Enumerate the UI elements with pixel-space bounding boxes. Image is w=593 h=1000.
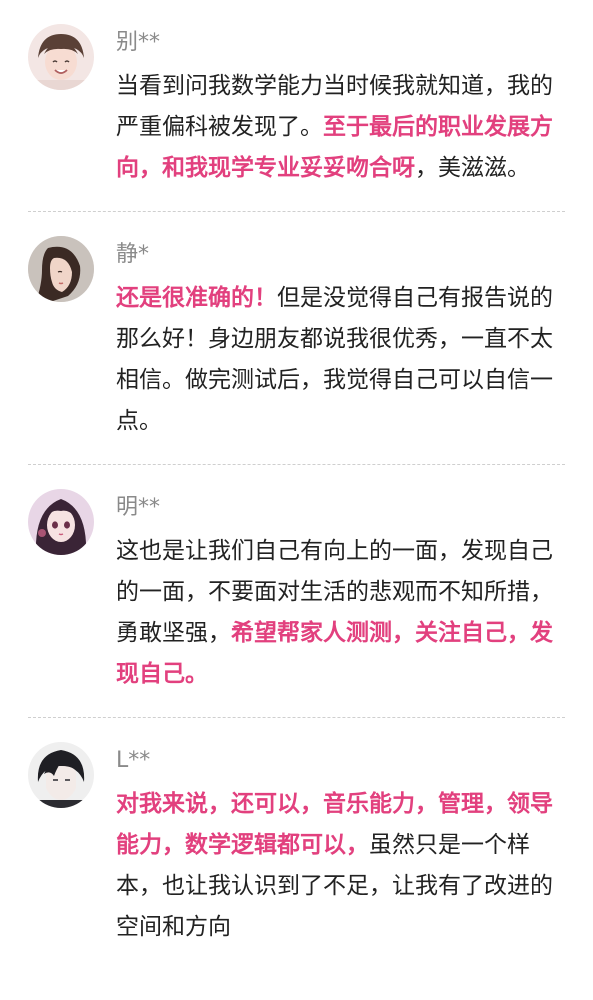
avatar-anime-boy-icon[interactable]: [28, 742, 94, 808]
comment-item: 明** 这也是让我们自己有向上的一面，发现自己的一面，不要面对生活的悲观而不知所…: [28, 465, 565, 718]
comment-text-segment: ，美滋滋。: [415, 155, 530, 181]
avatar-anime-girl-icon[interactable]: [28, 489, 94, 555]
comment-item: L** 对我来说，还可以，音乐能力，管理，领导能力，数学逻辑都可以，虽然只是一个…: [28, 718, 565, 970]
comment-text: 对我来说，还可以，音乐能力，管理，领导能力，数学逻辑都可以，虽然只是一个样本，也…: [116, 784, 565, 948]
comment-author: 别**: [116, 30, 161, 55]
comment-author: 明**: [116, 495, 161, 520]
avatar-boy-smiling-icon[interactable]: [28, 24, 94, 90]
comment-text: 当看到问我数学能力当时候我就知道，我的严重偏科被发现了。至于最后的职业发展方向，…: [116, 66, 565, 189]
comment-list: 别** 当看到问我数学能力当时候我就知道，我的严重偏科被发现了。至于最后的职业发…: [0, 0, 593, 970]
comment-text-highlight: 还是很准确的！: [116, 285, 277, 311]
comment-author: 静*: [116, 242, 150, 267]
comment-item: 别** 当看到问我数学能力当时候我就知道，我的严重偏科被发现了。至于最后的职业发…: [28, 0, 565, 212]
avatar-girl-profile-icon[interactable]: [28, 236, 94, 302]
comment-item: 静* 还是很准确的！但是没觉得自己有报告说的那么好！身边朋友都说我很优秀，一直不…: [28, 212, 565, 465]
comment-author: L**: [116, 748, 151, 773]
comment-text: 这也是让我们自己有向上的一面，发现自己的一面，不要面对生活的悲观而不知所措，勇敢…: [116, 531, 565, 695]
comment-text: 还是很准确的！但是没觉得自己有报告说的那么好！身边朋友都说我很优秀，一直不太相信…: [116, 278, 565, 442]
